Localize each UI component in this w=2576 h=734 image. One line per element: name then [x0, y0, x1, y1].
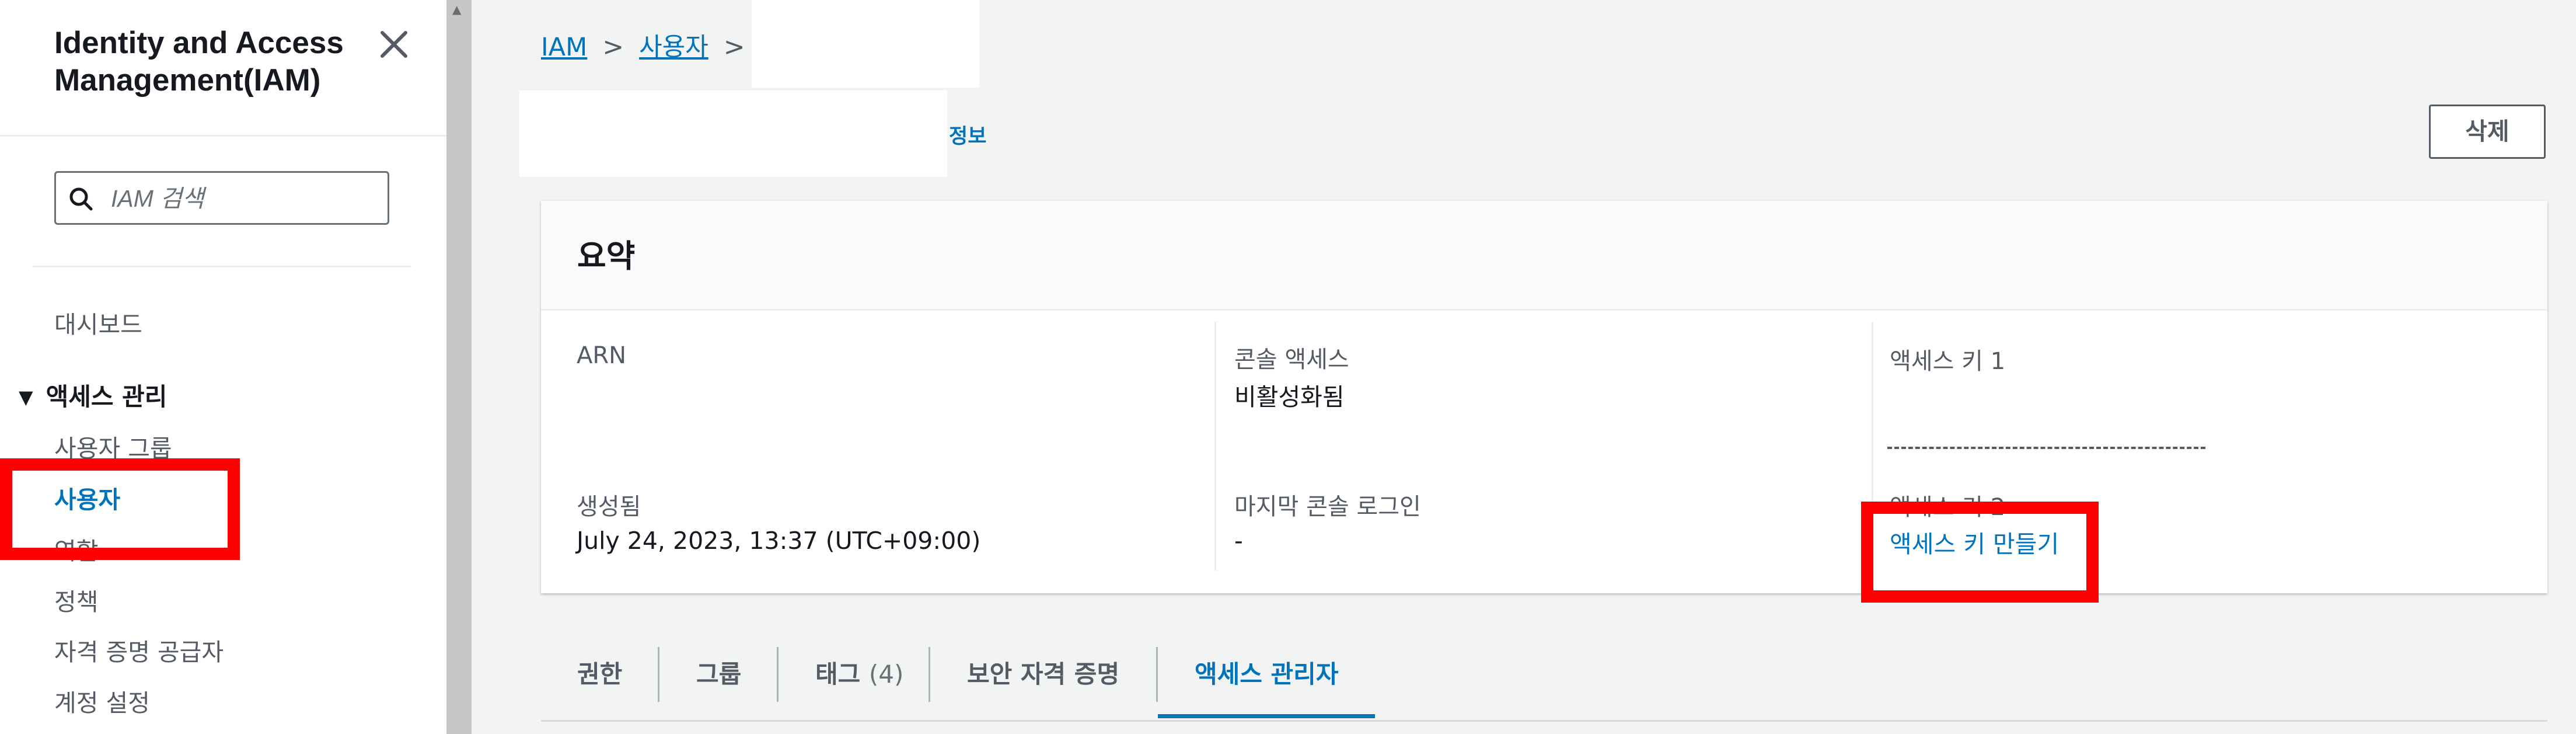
app-title: Identity and Access Management(IAM) [54, 26, 344, 98]
active-tab-underline [1158, 714, 1375, 718]
highlight-box-users [0, 458, 240, 560]
scroll-up-arrow-icon[interactable]: ▲ [452, 2, 461, 16]
access-key-1-placeholder-line [1887, 447, 2205, 449]
summary-title: 요약 [577, 238, 636, 274]
tab-separator [1156, 647, 1158, 702]
sidebar: Identity and Access Management(IAM) 대시보드… [0, 0, 446, 734]
tab-security-credentials[interactable]: 보안 자격 증명 [967, 636, 1119, 712]
summary-card-header: 요약 [541, 201, 2547, 311]
created-value: July 24, 2023, 13:37 (UTC+09:00) [577, 527, 981, 555]
tab-groups[interactable]: 그룹 [696, 636, 741, 712]
tab-tags-label: 태그 [815, 660, 861, 688]
chevron-right-icon: > [723, 32, 745, 62]
info-link[interactable]: 정보 [949, 120, 986, 149]
tab-tags[interactable]: 태그 (4) [815, 636, 903, 712]
sidebar-scrollbar[interactable]: ▲ [446, 0, 472, 734]
tab-separator [658, 647, 659, 702]
tab-tags-count: (4) [868, 660, 904, 688]
detail-tabs: 권한 그룹 태그 (4) 보안 자격 증명 액세스 관리자 [541, 636, 2547, 718]
section-label: 액세스 관리 [46, 382, 167, 411]
highlight-box-create-access-key [1861, 502, 2099, 603]
caret-down-icon: ▼ [19, 386, 33, 408]
breadcrumb-iam[interactable]: IAM [541, 33, 587, 62]
redacted-username-breadcrumb [752, 0, 979, 88]
redacted-page-title [519, 91, 947, 177]
sidebar-item-identity-providers[interactable]: 자격 증명 공급자 [54, 637, 224, 667]
arn-label: ARN [577, 342, 627, 369]
console-access-label: 콘솔 액세스 [1234, 346, 1349, 373]
tab-permissions[interactable]: 권한 [577, 636, 622, 712]
last-console-login-value: - [1234, 527, 1243, 555]
tab-separator [777, 647, 779, 702]
access-key-1-label: 액세스 키 1 [1890, 348, 2006, 375]
sidebar-item-account-settings[interactable]: 계정 설정 [54, 688, 150, 718]
delete-button[interactable]: 삭제 [2429, 105, 2546, 159]
last-console-login-label: 마지막 콘솔 로그인 [1234, 493, 1421, 520]
tabs-border [541, 720, 2547, 722]
close-icon[interactable] [378, 28, 410, 61]
breadcrumb: IAM > 사용자 > [541, 27, 760, 62]
chevron-right-icon: > [602, 32, 624, 62]
sidebar-item-policies[interactable]: 정책 [54, 587, 98, 617]
sidebar-divider [32, 266, 411, 267]
created-label: 생성됨 [577, 493, 641, 520]
sidebar-section-access-management[interactable]: ▼ 액세스 관리 [19, 381, 167, 413]
sidebar-item-dashboard[interactable]: 대시보드 [54, 309, 142, 340]
tab-separator [929, 647, 930, 702]
search-input[interactable] [110, 179, 381, 218]
breadcrumb-users[interactable]: 사용자 [639, 33, 708, 62]
console-access-value: 비활성화됨 [1234, 383, 1345, 411]
column-divider [1214, 322, 1216, 570]
search-field[interactable] [54, 171, 389, 225]
sidebar-divider [0, 135, 446, 137]
search-icon [68, 186, 95, 213]
tab-access-advisor[interactable]: 액세스 관리자 [1195, 636, 1338, 712]
